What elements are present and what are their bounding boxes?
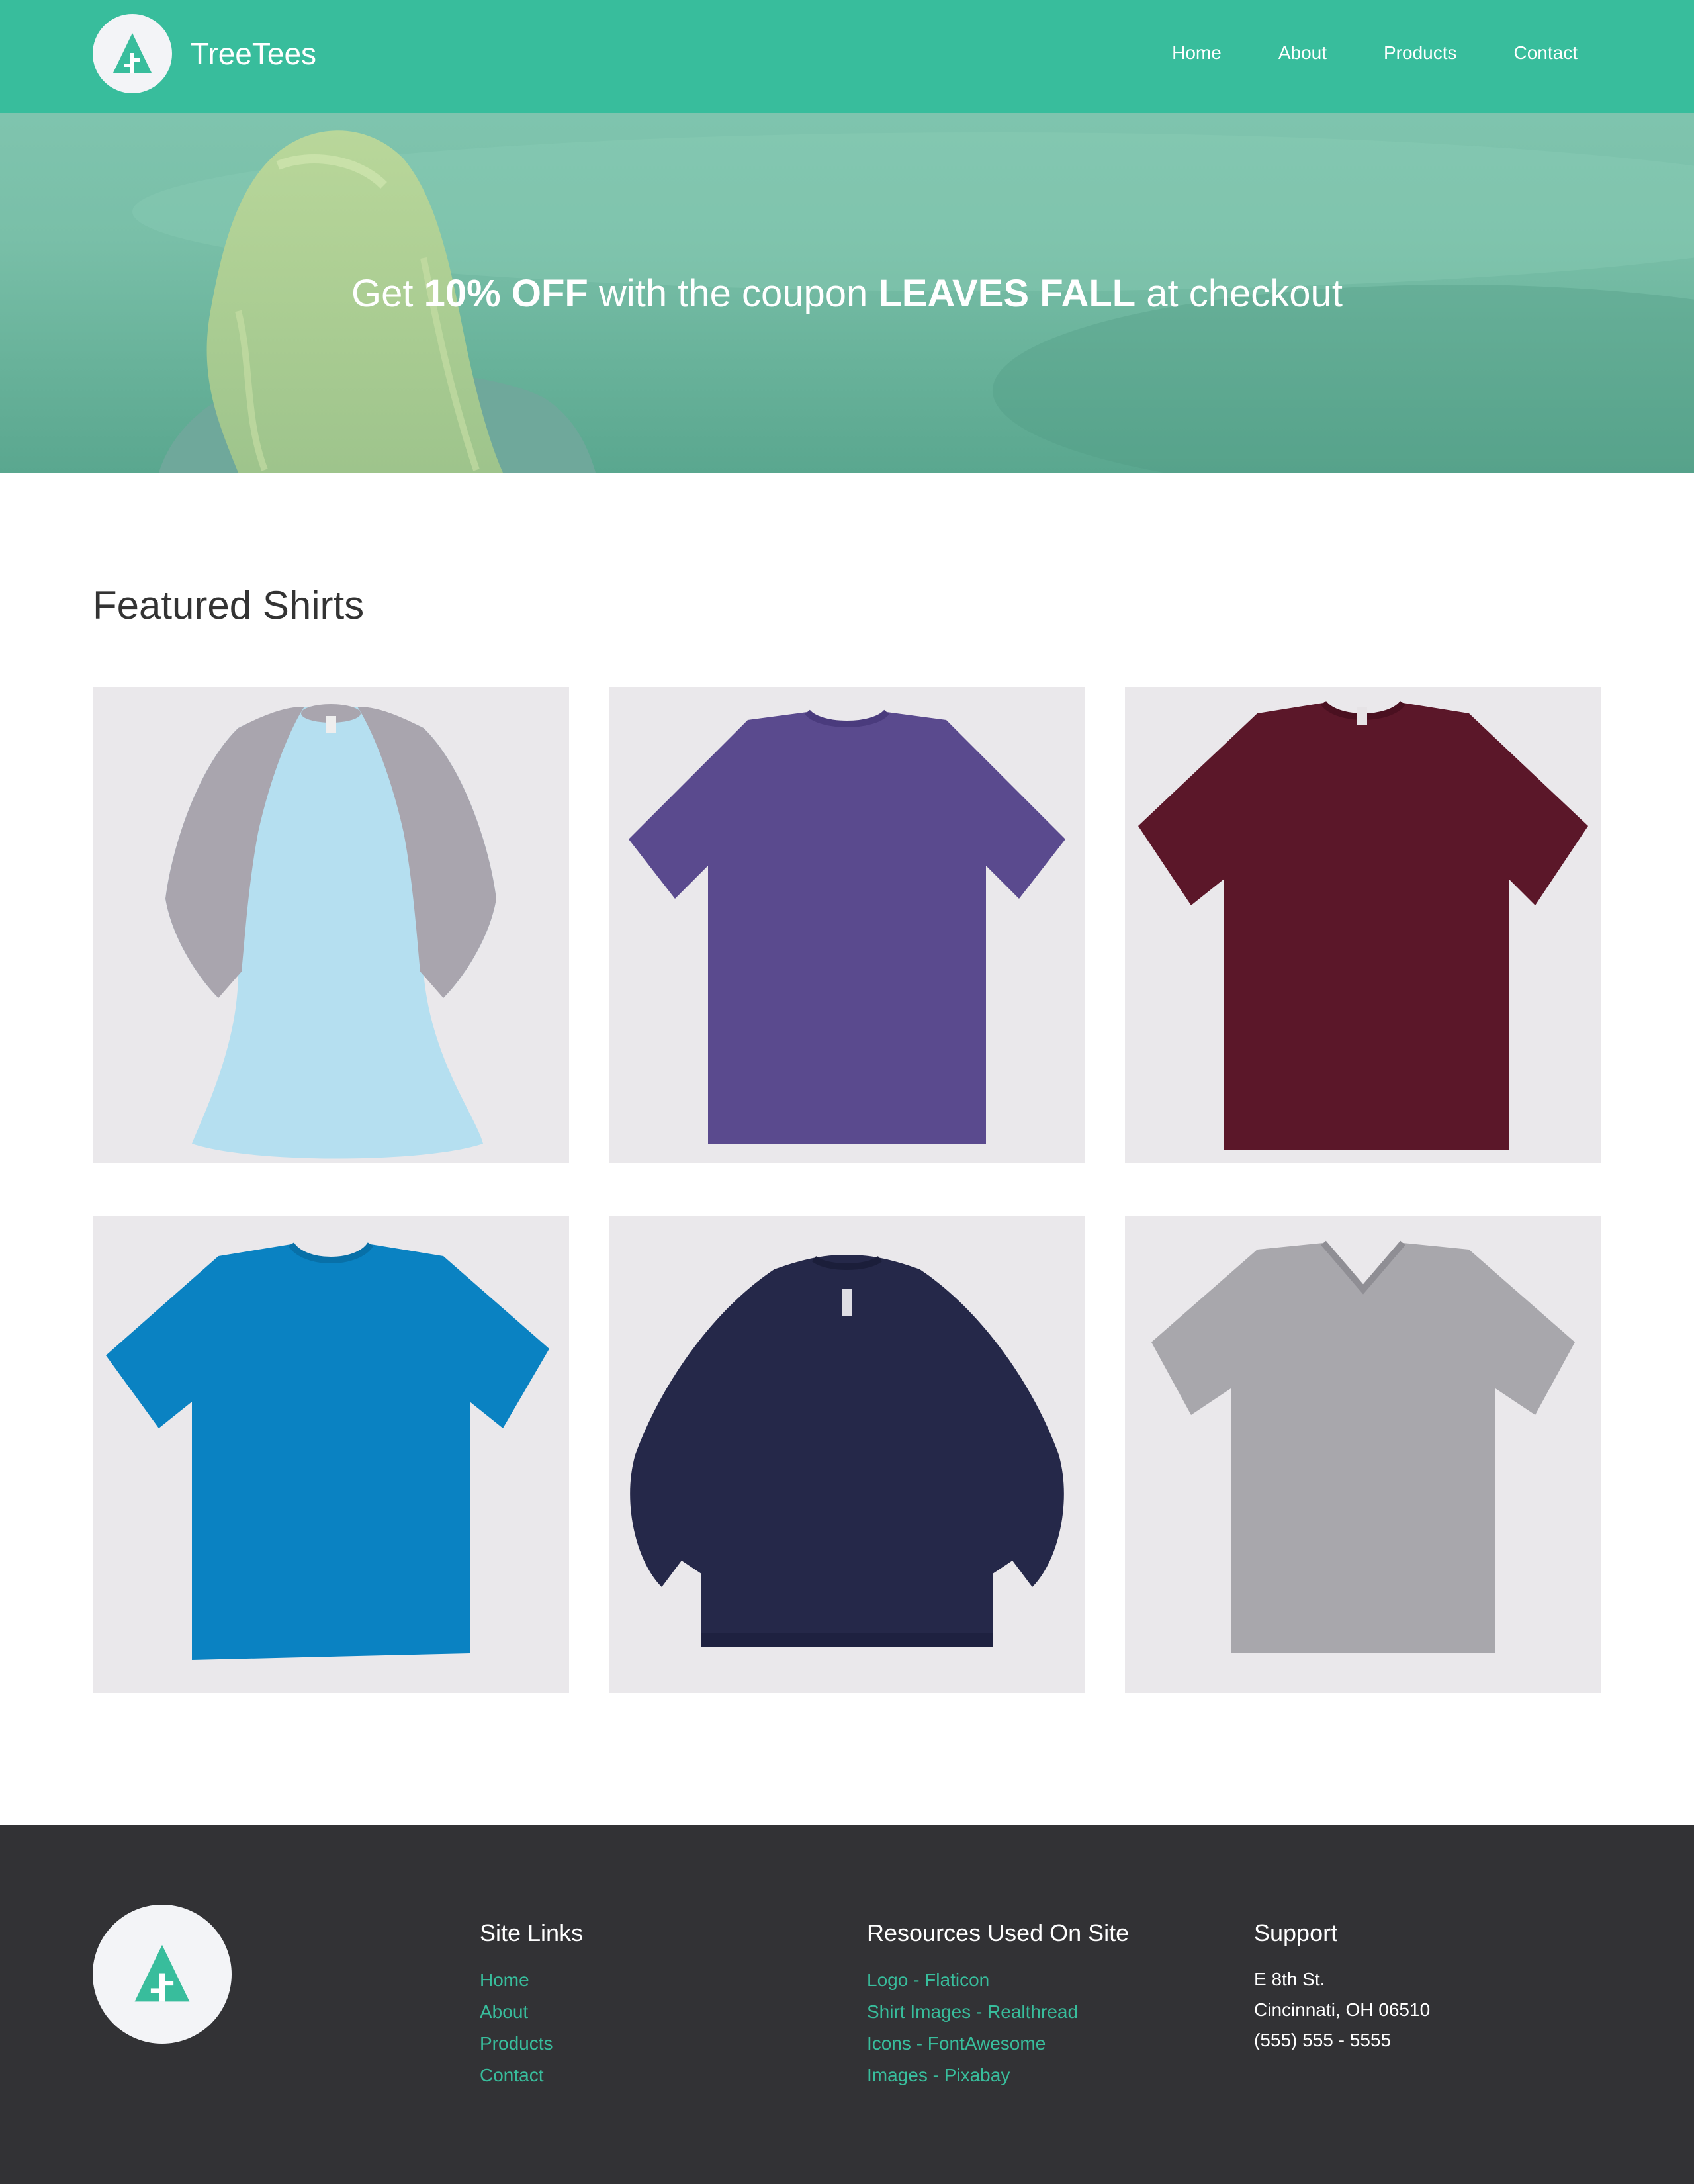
tree-logo-icon[interactable] bbox=[93, 14, 172, 93]
footer-link-realthread[interactable]: Shirt Images - Realthread bbox=[867, 1996, 1129, 2028]
product-card-purple-tee[interactable] bbox=[609, 687, 1085, 1163]
nav-products[interactable]: Products bbox=[1384, 42, 1457, 64]
footer-heading: Support bbox=[1254, 1919, 1338, 1946]
footer-link-home[interactable]: Home bbox=[480, 1964, 583, 1996]
nav-contact[interactable]: Contact bbox=[1514, 42, 1578, 64]
support-city: Cincinnati, OH 06510 bbox=[1254, 1999, 1431, 2020]
brand-name[interactable]: TreeTees bbox=[191, 36, 316, 71]
footer-link-flaticon[interactable]: Logo - Flaticon bbox=[867, 1964, 1129, 1996]
nav-home[interactable]: Home bbox=[1172, 42, 1222, 64]
nav-about[interactable]: About bbox=[1278, 42, 1327, 64]
main-nav: Home About Products Contact bbox=[1115, 0, 1578, 106]
footer-site-links: Site Links Home About Products Contact bbox=[480, 1919, 583, 2091]
discount-amount: 10% OFF bbox=[424, 272, 588, 315]
coupon-code: LEAVES FALL bbox=[878, 272, 1136, 315]
product-card-raglan[interactable] bbox=[93, 687, 569, 1163]
footer-link-pixabay[interactable]: Images - Pixabay bbox=[867, 2060, 1129, 2091]
site-footer: Site Links Home About Products Contact R… bbox=[0, 1825, 1694, 2184]
hero-banner: Get 10% OFF with the coupon LEAVES FALL … bbox=[0, 113, 1694, 473]
footer-link-about[interactable]: About bbox=[480, 1996, 583, 2028]
brand[interactable]: TreeTees bbox=[93, 14, 316, 93]
footer-link-products[interactable]: Products bbox=[480, 2028, 583, 2060]
featured-title: Featured Shirts bbox=[93, 583, 365, 627]
support-phone: (555) 555 - 5555 bbox=[1254, 2030, 1392, 2050]
footer-support: Support E 8th St. Cincinnati, OH 06510 (… bbox=[1254, 1919, 1430, 2056]
footer-resources: Resources Used On Site Logo - Flaticon S… bbox=[867, 1919, 1129, 2091]
product-card-grey-vneck[interactable] bbox=[1125, 1216, 1601, 1693]
tree-logo-icon[interactable] bbox=[93, 1905, 232, 2044]
product-card-blue-tee[interactable] bbox=[93, 1216, 569, 1693]
site-header: TreeTees Home About Products Contact bbox=[0, 0, 1694, 113]
footer-heading: Site Links bbox=[480, 1919, 584, 1946]
footer-link-contact[interactable]: Contact bbox=[480, 2060, 583, 2091]
product-card-maroon-tee[interactable] bbox=[1125, 687, 1601, 1163]
product-card-navy-sweatshirt[interactable] bbox=[609, 1216, 1085, 1693]
hero-coupon-text: Get 10% OFF with the coupon LEAVES FALL … bbox=[351, 272, 1343, 315]
support-street: E 8th St. bbox=[1254, 1969, 1325, 1989]
footer-heading: Resources Used On Site bbox=[867, 1919, 1130, 1946]
footer-link-fontawesome[interactable]: Icons - FontAwesome bbox=[867, 2028, 1129, 2060]
